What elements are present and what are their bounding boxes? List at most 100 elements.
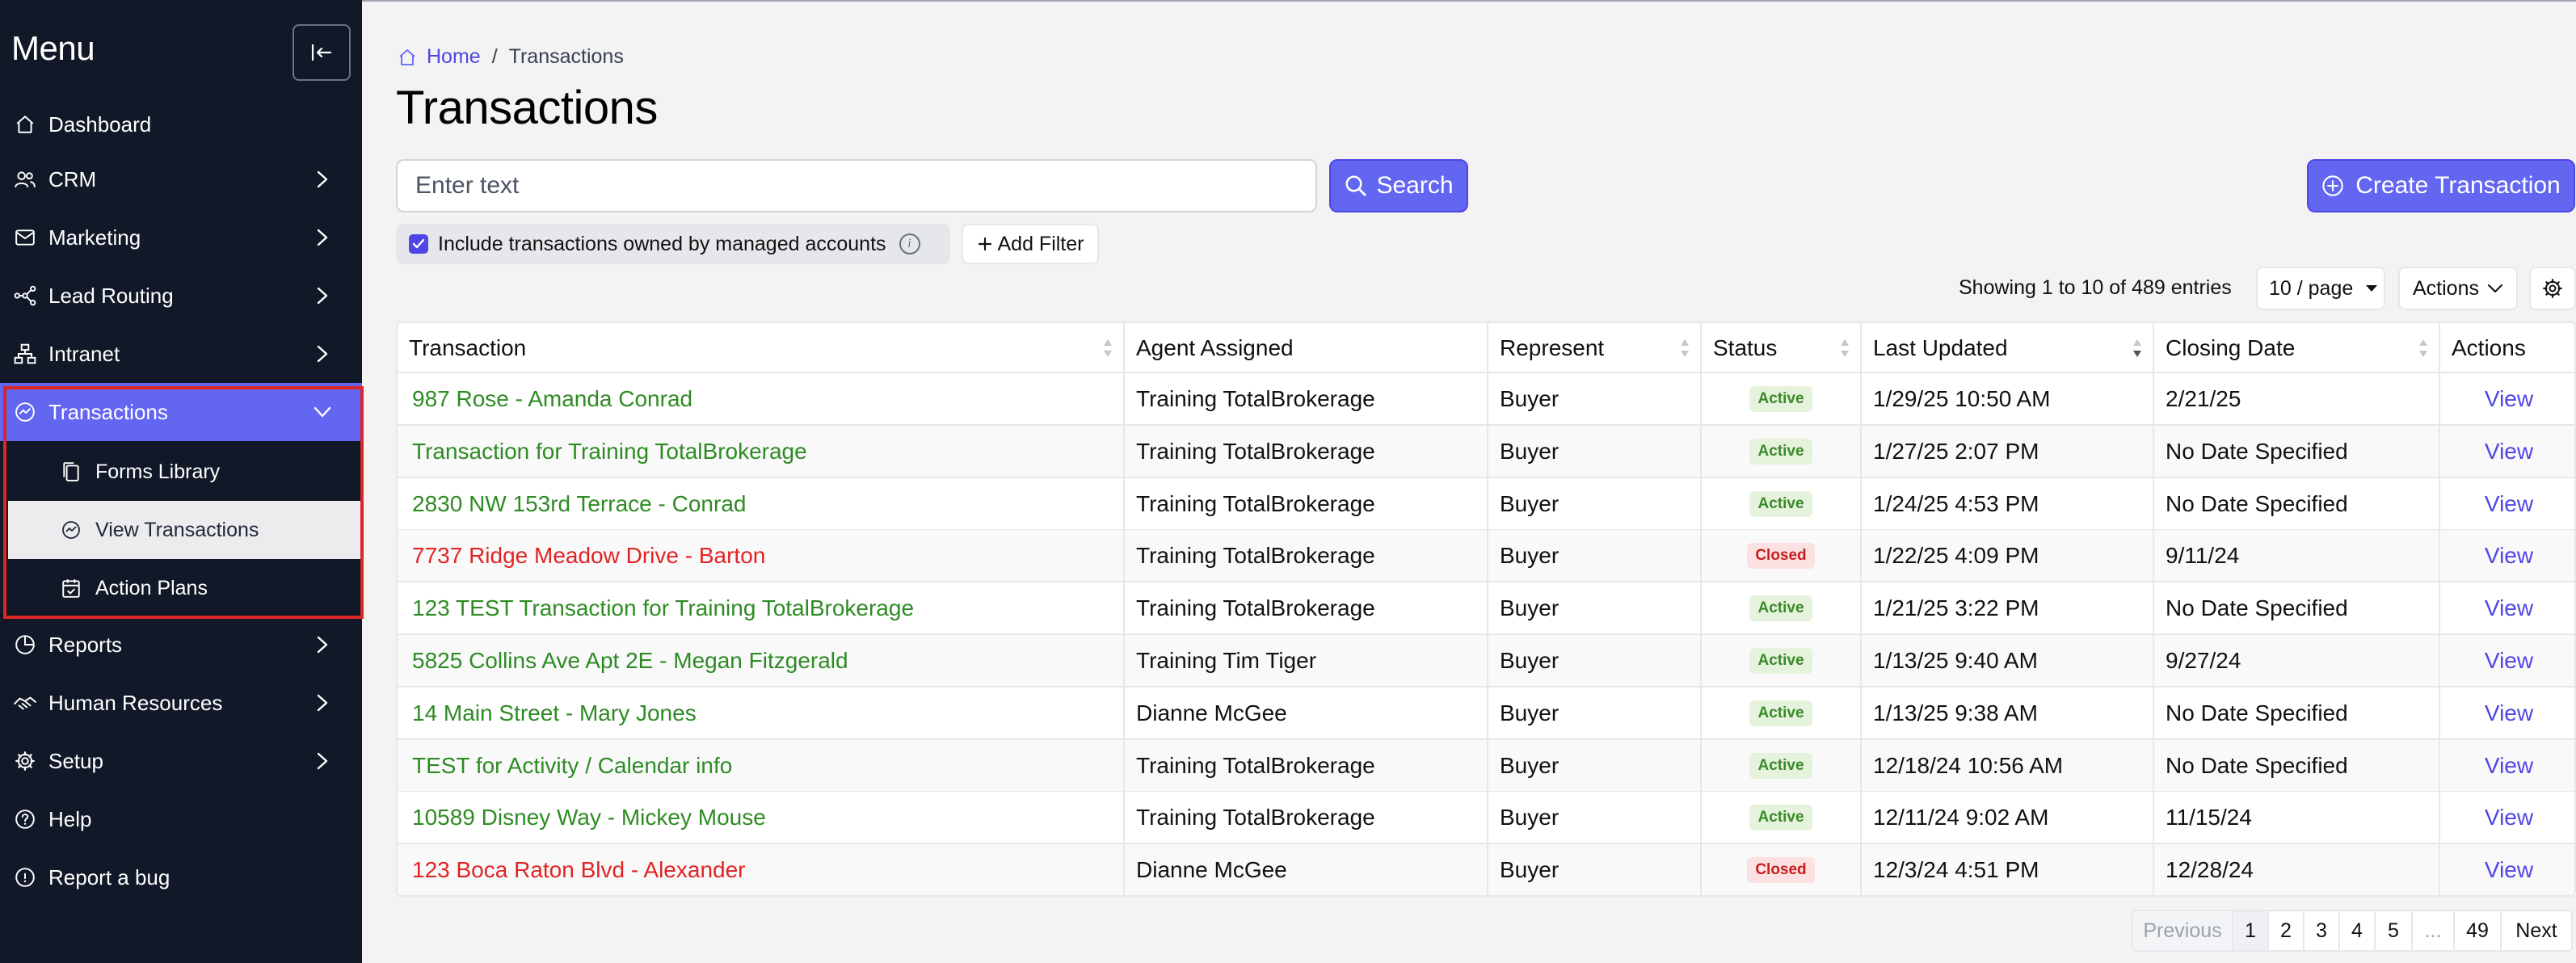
cell-transaction: 987 Rose - Amanda Conrad: [398, 373, 1125, 425]
status-badge: Active: [1749, 700, 1812, 726]
sidebar-item-human-resources[interactable]: Human Resources: [0, 674, 362, 732]
cell-agent: Dianne McGee: [1125, 687, 1488, 739]
cell-status: Active: [1702, 687, 1862, 739]
view-link[interactable]: View: [2485, 543, 2533, 569]
table-header: Transaction Agent Assigned Represent Sta…: [398, 323, 2574, 373]
transaction-link[interactable]: 2830 NW 153rd Terrace - Conrad: [409, 491, 746, 517]
add-filter-button[interactable]: Add Filter: [962, 224, 1099, 264]
cell-status: Active: [1702, 425, 1862, 477]
cell-closing: 12/28/24: [2154, 844, 2440, 895]
sidebar-item-dashboard[interactable]: Dashboard: [0, 95, 362, 153]
actions-dropdown[interactable]: Actions: [2398, 267, 2518, 310]
home-icon: [399, 48, 415, 65]
view-link[interactable]: View: [2485, 753, 2533, 779]
transaction-link[interactable]: 5825 Collins Ave Apt 2E - Megan Fitzgera…: [409, 648, 848, 674]
column-header-last-updated[interactable]: Last Updated: [1862, 323, 2154, 373]
transaction-link[interactable]: Transaction for Training TotalBrokerage: [409, 439, 807, 465]
cell-closing: No Date Specified: [2154, 739, 2440, 792]
cell-actions: View: [2440, 582, 2574, 634]
collapse-left-icon: [311, 44, 332, 61]
column-header-represent[interactable]: Represent: [1488, 323, 1702, 373]
breadcrumb-home-link[interactable]: Home: [398, 45, 481, 69]
sidebar-item-lead-routing[interactable]: Lead Routing: [0, 267, 362, 325]
pagination-next[interactable]: Next: [2502, 911, 2571, 950]
network-icon: [13, 342, 37, 366]
transaction-link[interactable]: 987 Rose - Amanda Conrad: [409, 386, 692, 412]
sidebar-subitem-view-transactions[interactable]: View Transactions: [8, 501, 360, 559]
header-label: Represent: [1500, 335, 1605, 360]
pagination-page[interactable]: 5: [2376, 911, 2413, 950]
sidebar-item-intranet[interactable]: Intranet: [0, 325, 362, 383]
chevron-right-icon: [310, 225, 335, 250]
pagination-page[interactable]: 3: [2305, 911, 2340, 950]
view-link[interactable]: View: [2485, 805, 2533, 831]
create-transaction-button[interactable]: Create Transaction: [2307, 159, 2575, 212]
transaction-link[interactable]: TEST for Activity / Calendar info: [409, 753, 732, 779]
transaction-link[interactable]: 123 Boca Raton Blvd - Alexander: [409, 857, 745, 883]
sidebar-item-report-bug[interactable]: Report a bug: [0, 848, 362, 906]
view-link[interactable]: View: [2485, 700, 2533, 726]
transactions-icon: [60, 519, 82, 541]
cell-actions: View: [2440, 635, 2574, 687]
sidebar-item-crm[interactable]: CRM: [0, 150, 362, 208]
plus-icon: [978, 237, 991, 251]
cell-agent: Dianne McGee: [1125, 844, 1488, 895]
view-link[interactable]: View: [2485, 491, 2533, 517]
sidebar-subitem-action-plans[interactable]: Action Plans: [0, 559, 362, 617]
table-settings-button[interactable]: [2529, 267, 2576, 310]
header-label: Last Updated: [1873, 335, 2008, 360]
sidebar-item-setup[interactable]: Setup: [0, 732, 362, 790]
status-badge: Active: [1749, 438, 1812, 465]
sidebar-item-label: Setup: [48, 748, 103, 773]
collapse-sidebar-button[interactable]: [293, 24, 351, 81]
cell-closing: No Date Specified: [2154, 582, 2440, 635]
view-link[interactable]: View: [2485, 439, 2533, 465]
pagination-page[interactable]: 4: [2340, 911, 2376, 950]
breadcrumb: Home / Transactions: [398, 45, 624, 69]
column-header-transaction[interactable]: Transaction: [398, 323, 1125, 373]
sort-desc-icon: [2133, 339, 2141, 357]
transactions-icon: [13, 400, 37, 424]
transaction-link[interactable]: 14 Main Street - Mary Jones: [409, 700, 697, 726]
search-input[interactable]: [396, 159, 1317, 212]
view-link[interactable]: View: [2485, 857, 2533, 883]
include-managed-checkbox[interactable]: [409, 234, 428, 254]
view-link[interactable]: View: [2485, 648, 2533, 674]
search-button[interactable]: Search: [1329, 159, 1468, 212]
cell-transaction: 10589 Disney Way - Mickey Mouse: [398, 792, 1125, 844]
cell-updated: 1/13/25 9:40 AM: [1862, 635, 2154, 687]
pagination-page[interactable]: 1: [2233, 911, 2269, 950]
transaction-link[interactable]: 7737 Ridge Meadow Drive - Barton: [409, 543, 765, 569]
status-badge: Active: [1749, 490, 1812, 517]
transaction-link[interactable]: 10589 Disney Way - Mickey Mouse: [409, 805, 766, 831]
info-icon[interactable]: i: [899, 233, 920, 254]
pagination-page[interactable]: 49: [2455, 911, 2502, 950]
view-link[interactable]: View: [2485, 386, 2533, 412]
mail-icon: [13, 225, 37, 250]
view-link[interactable]: View: [2485, 595, 2533, 621]
cell-actions: View: [2440, 478, 2574, 530]
cell-transaction: 5825 Collins Ave Apt 2E - Megan Fitzgera…: [398, 635, 1125, 687]
gear-icon: [13, 749, 37, 773]
cell-status: Active: [1702, 635, 1862, 687]
sidebar-item-help[interactable]: Help: [0, 790, 362, 848]
transaction-link[interactable]: 123 TEST Transaction for Training TotalB…: [409, 595, 914, 621]
sidebar-item-reports[interactable]: Reports: [0, 616, 362, 674]
sidebar-item-marketing[interactable]: Marketing: [0, 208, 362, 267]
table-row: 7737 Ridge Meadow Drive - Barton Training…: [398, 530, 2574, 583]
sidebar-item-transactions[interactable]: Transactions: [0, 383, 362, 441]
pagination-previous[interactable]: Previous: [2133, 911, 2233, 950]
sidebar-subitem-forms-library[interactable]: Forms Library: [0, 443, 362, 501]
pagination-page[interactable]: 2: [2269, 911, 2305, 950]
cell-updated: 1/29/25 10:50 AM: [1862, 373, 2154, 425]
cell-represent: Buyer: [1488, 477, 1702, 530]
cell-status: Active: [1702, 582, 1862, 635]
header-label: Agent Assigned: [1136, 335, 1294, 360]
column-header-closing-date[interactable]: Closing Date: [2154, 323, 2440, 373]
cell-actions: View: [2440, 792, 2574, 843]
breadcrumb-current: Transactions: [508, 45, 624, 68]
actions-dropdown-label: Actions: [2413, 276, 2479, 300]
column-header-status[interactable]: Status: [1702, 323, 1862, 373]
table-row: 987 Rose - Amanda Conrad Training TotalBr…: [398, 373, 2574, 426]
per-page-select[interactable]: 10 / page: [2256, 267, 2385, 310]
